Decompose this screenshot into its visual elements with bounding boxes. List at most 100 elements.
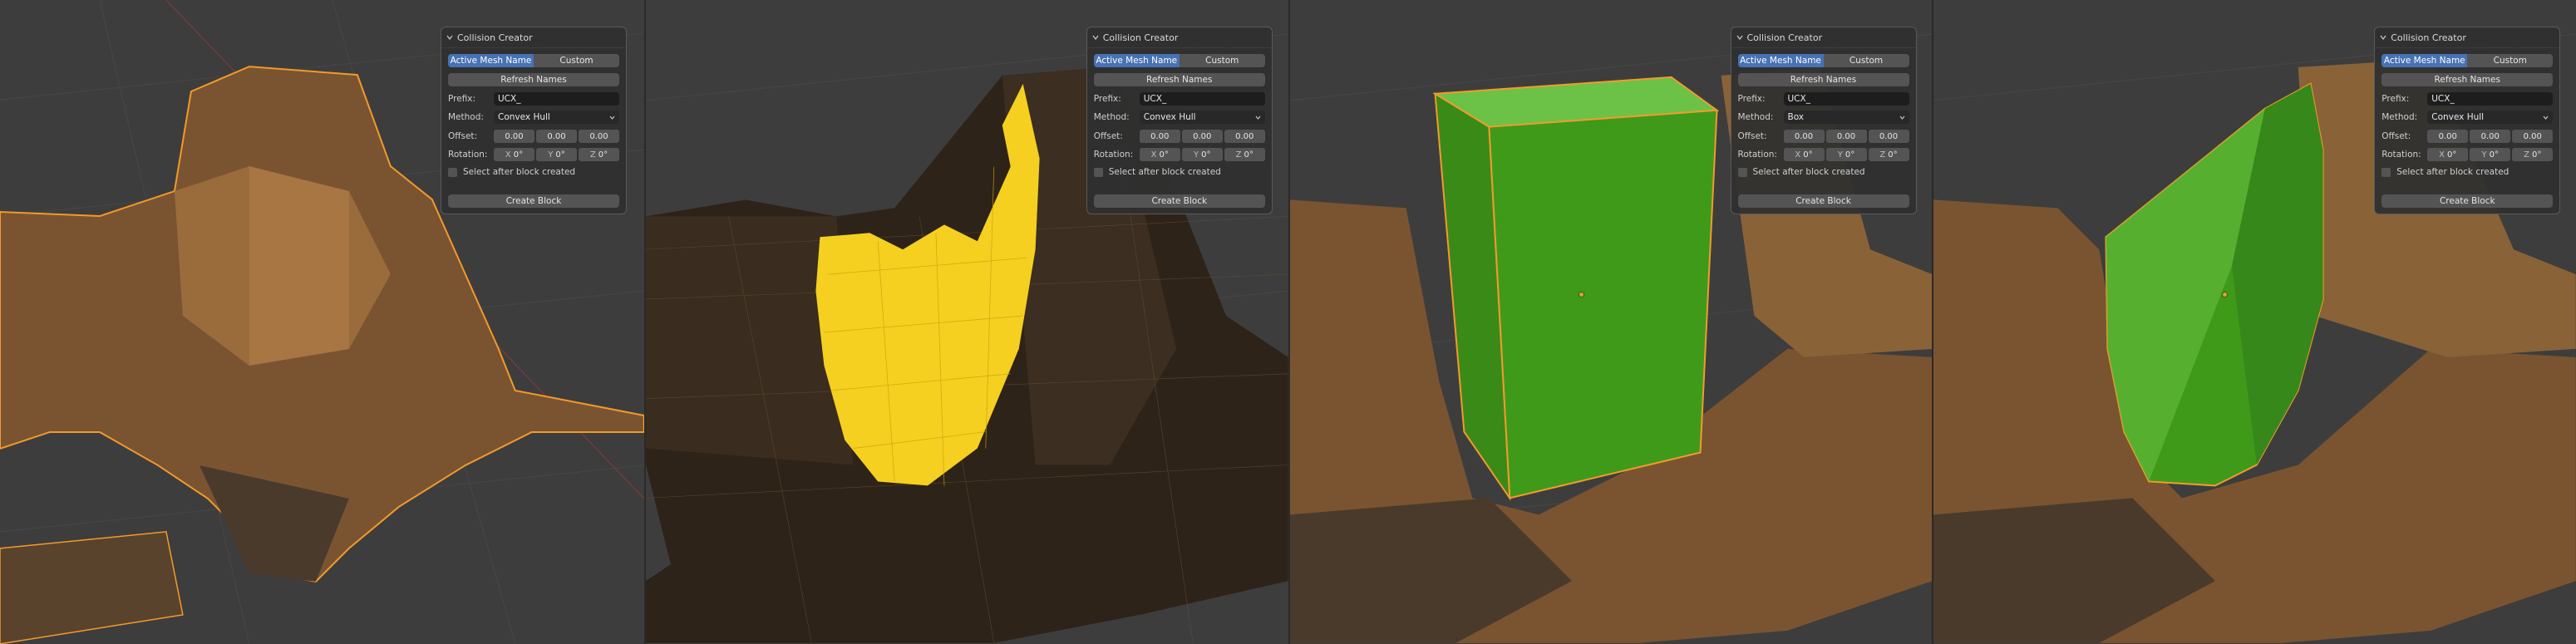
prefix-label: Prefix: (1093, 94, 1121, 104)
method-value: Box (1787, 112, 1805, 122)
name-mode-toggle: Active Mesh Name Custom (2381, 54, 2554, 67)
method-dropdown[interactable]: Convex Hull (2427, 111, 2554, 124)
collision-creator-panel: Collision Creator Active Mesh Name Custo… (2374, 27, 2561, 214)
offset-label: Offset: (2381, 131, 2411, 141)
select-after-checkbox[interactable] (2381, 167, 2391, 177)
refresh-names-button[interactable]: Refresh Names (1737, 73, 1909, 86)
chevron-down-icon[interactable] (1736, 34, 1743, 41)
method-dropdown[interactable]: Convex Hull (494, 111, 619, 124)
offset-z-field[interactable]: 0.00 (2512, 130, 2554, 143)
rotation-y-value: 0° (555, 150, 565, 160)
prefix-field[interactable]: UCX_ (1783, 92, 1909, 106)
dropdown-arrow-icon (2543, 116, 2549, 120)
offset-label: Offset: (448, 131, 478, 141)
offset-y-field[interactable]: 0.00 (2470, 130, 2511, 143)
axis-z-label: Z (2524, 150, 2529, 160)
mode-active-mesh-name[interactable]: Active Mesh Name (1093, 54, 1180, 67)
viewport-4[interactable]: Collision Creator Active Mesh Name Custo… (1932, 0, 2576, 644)
panel-header[interactable]: Collision Creator (441, 27, 626, 48)
offset-y-field[interactable]: 0.00 (1825, 130, 1867, 143)
select-after-checkbox[interactable] (448, 167, 457, 177)
offset-z-field[interactable]: 0.00 (1224, 130, 1265, 143)
offset-y-field[interactable]: 0.00 (1181, 130, 1223, 143)
axis-x-label: X (505, 150, 511, 160)
viewport-1[interactable]: Collision Creator Active Mesh Name Custo… (0, 0, 644, 644)
rotation-x-field[interactable]: X 0° (494, 148, 534, 161)
rotation-label: Rotation: (448, 150, 488, 160)
select-after-checkbox[interactable] (1737, 167, 1747, 177)
method-label: Method: (1093, 112, 1130, 122)
axis-y-label: Y (1837, 150, 1843, 160)
rotation-z-value: 0° (598, 150, 608, 160)
rotation-y-field[interactable]: Y 0° (1825, 148, 1867, 161)
viewport-3[interactable]: Collision Creator Active Mesh Name Custo… (1288, 0, 1933, 644)
dropdown-arrow-icon (1255, 116, 1261, 120)
mode-active-mesh-name[interactable]: Active Mesh Name (448, 54, 534, 67)
chevron-down-icon[interactable] (1092, 34, 1099, 41)
create-block-button[interactable]: Create Block (2381, 194, 2554, 208)
rotation-label: Rotation: (1737, 150, 1777, 160)
offset-x-field[interactable]: 0.00 (1139, 130, 1180, 143)
rotation-z-field[interactable]: Z 0° (1868, 148, 1909, 161)
prefix-label: Prefix: (448, 94, 476, 104)
select-after-label: Select after block created (1108, 167, 1221, 177)
chevron-down-icon[interactable] (2380, 34, 2386, 41)
rotation-y-field[interactable]: Y 0° (536, 148, 577, 161)
method-dropdown[interactable]: Box (1783, 111, 1909, 124)
panel-header[interactable]: Collision Creator (1086, 27, 1272, 48)
rotation-z-value: 0° (1888, 150, 1898, 160)
rotation-x-field[interactable]: X 0° (2427, 148, 2469, 161)
mode-custom[interactable]: Custom (534, 54, 619, 67)
offset-z-field[interactable]: 0.00 (579, 130, 619, 143)
create-block-button[interactable]: Create Block (448, 194, 619, 208)
axis-z-label: Z (589, 150, 596, 160)
rotation-x-value: 0° (1803, 150, 1813, 160)
mode-custom[interactable]: Custom (2467, 54, 2553, 67)
offset-z-field[interactable]: 0.00 (1868, 130, 1909, 143)
refresh-names-button[interactable]: Refresh Names (1093, 73, 1265, 86)
panel-header[interactable]: Collision Creator (2375, 27, 2560, 48)
rotation-y-value: 0° (1201, 150, 1211, 160)
offset-y-field[interactable]: 0.00 (536, 130, 577, 143)
collision-creator-panel: Collision Creator Active Mesh Name Custo… (1086, 27, 1273, 214)
create-block-button[interactable]: Create Block (1093, 194, 1265, 208)
panel-header[interactable]: Collision Creator (1731, 27, 1916, 48)
select-after-label: Select after block created (463, 167, 576, 177)
refresh-names-button[interactable]: Refresh Names (448, 73, 619, 86)
prefix-field[interactable]: UCX_ (1139, 92, 1265, 106)
offset-x-field[interactable]: 0.00 (494, 130, 534, 143)
create-block-button[interactable]: Create Block (1737, 194, 1909, 208)
prefix-field[interactable]: UCX_ (494, 92, 619, 106)
mode-custom[interactable]: Custom (1824, 54, 1909, 67)
axis-y-label: Y (2481, 150, 2487, 160)
mode-active-mesh-name[interactable]: Active Mesh Name (1737, 54, 1824, 67)
rotation-x-field[interactable]: X 0° (1139, 148, 1180, 161)
viewport-strip: Collision Creator Active Mesh Name Custo… (0, 0, 2576, 644)
rotation-z-field[interactable]: Z 0° (1224, 148, 1265, 161)
rotation-y-field[interactable]: Y 0° (1181, 148, 1223, 161)
panel-title: Collision Creator (1746, 32, 1823, 43)
name-mode-toggle: Active Mesh Name Custom (448, 54, 619, 67)
rotation-y-field[interactable]: Y 0° (2470, 148, 2511, 161)
offset-x-field[interactable]: 0.00 (1783, 130, 1825, 143)
offset-x-field[interactable]: 0.00 (2427, 130, 2469, 143)
rotation-x-value: 0° (2446, 150, 2457, 160)
rotation-z-field[interactable]: Z 0° (2512, 148, 2554, 161)
select-after-checkbox[interactable] (1093, 167, 1103, 177)
method-dropdown[interactable]: Convex Hull (1139, 111, 1265, 124)
refresh-names-button[interactable]: Refresh Names (2381, 73, 2554, 86)
rotation-x-field[interactable]: X 0° (1783, 148, 1825, 161)
viewport-2[interactable]: Collision Creator Active Mesh Name Custo… (643, 0, 1288, 644)
collision-creator-panel: Collision Creator Active Mesh Name Custo… (1730, 27, 1917, 214)
rotation-x-value: 0° (513, 150, 524, 160)
panel-title: Collision Creator (457, 32, 533, 43)
axis-y-label: Y (1194, 150, 1199, 160)
prefix-field[interactable]: UCX_ (2427, 92, 2554, 106)
method-value: Convex Hull (498, 112, 550, 122)
chevron-down-icon[interactable] (446, 34, 453, 41)
mode-custom[interactable]: Custom (1180, 54, 1265, 67)
panel-title: Collision Creator (2391, 32, 2466, 43)
mode-active-mesh-name[interactable]: Active Mesh Name (2381, 54, 2468, 67)
rotation-z-field[interactable]: Z 0° (579, 148, 619, 161)
rotation-x-value: 0° (1159, 150, 1169, 160)
